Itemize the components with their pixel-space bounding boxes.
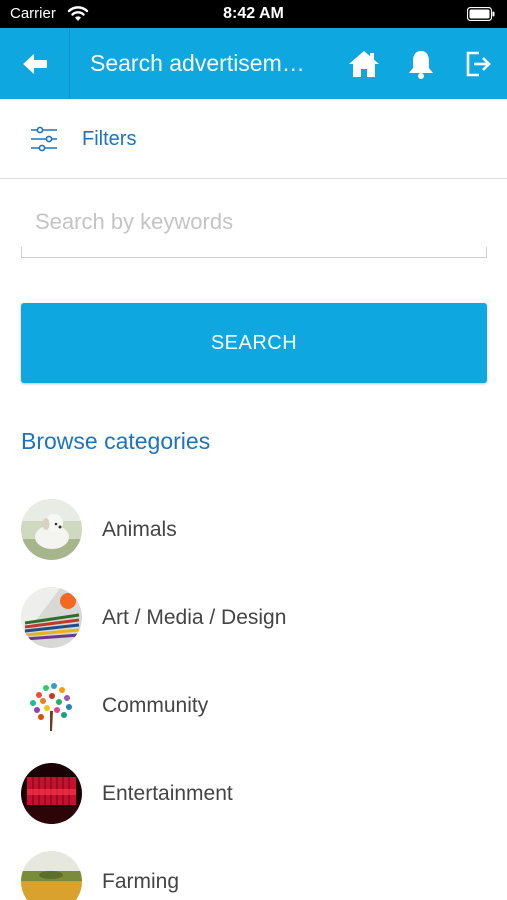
page-title: Search advertisem… <box>90 50 305 76</box>
category-item-community[interactable]: Community <box>0 666 507 746</box>
back-button[interactable] <box>0 28 69 99</box>
category-item-farming[interactable]: Farming <box>0 842 507 900</box>
category-label: Art / Media / Design <box>102 606 287 629</box>
art-photo <box>21 587 82 648</box>
search-button[interactable]: SEARCH <box>21 303 487 383</box>
category-label: Farming <box>102 870 180 893</box>
category-label: Entertainment <box>102 782 233 805</box>
search-field <box>21 196 487 258</box>
status-time: 8:42 AM <box>223 5 284 22</box>
category-label: Animals <box>102 518 177 541</box>
logout-icon <box>466 51 491 77</box>
status-bar: Carrier 8:42 AM <box>0 0 507 28</box>
animals-photo <box>21 499 82 560</box>
entertainment-stage-photo <box>21 763 82 824</box>
community-tree-photo <box>21 675 82 736</box>
notifications-button[interactable] <box>404 47 438 81</box>
farming-field-photo <box>21 851 82 900</box>
sliders-icon <box>31 126 57 152</box>
filters-row[interactable]: Filters <box>0 99 507 179</box>
category-item-animals[interactable]: Animals <box>0 490 507 570</box>
bell-icon <box>409 51 433 79</box>
category-item-art-media-design[interactable]: Art / Media / Design <box>0 578 507 658</box>
battery-icon <box>467 7 495 21</box>
category-item-entertainment[interactable]: Entertainment <box>0 754 507 834</box>
back-arrow-icon <box>22 53 47 74</box>
logout-button[interactable] <box>461 47 495 81</box>
browse-categories-heading: Browse categories <box>21 428 211 454</box>
app-bar: Search advertisem… <box>0 28 507 99</box>
category-label: Community <box>102 694 209 717</box>
home-icon <box>349 51 379 77</box>
filters-label: Filters <box>82 128 137 150</box>
home-button[interactable] <box>347 47 381 81</box>
search-input[interactable] <box>35 204 475 240</box>
app-bar-divider <box>69 28 70 99</box>
